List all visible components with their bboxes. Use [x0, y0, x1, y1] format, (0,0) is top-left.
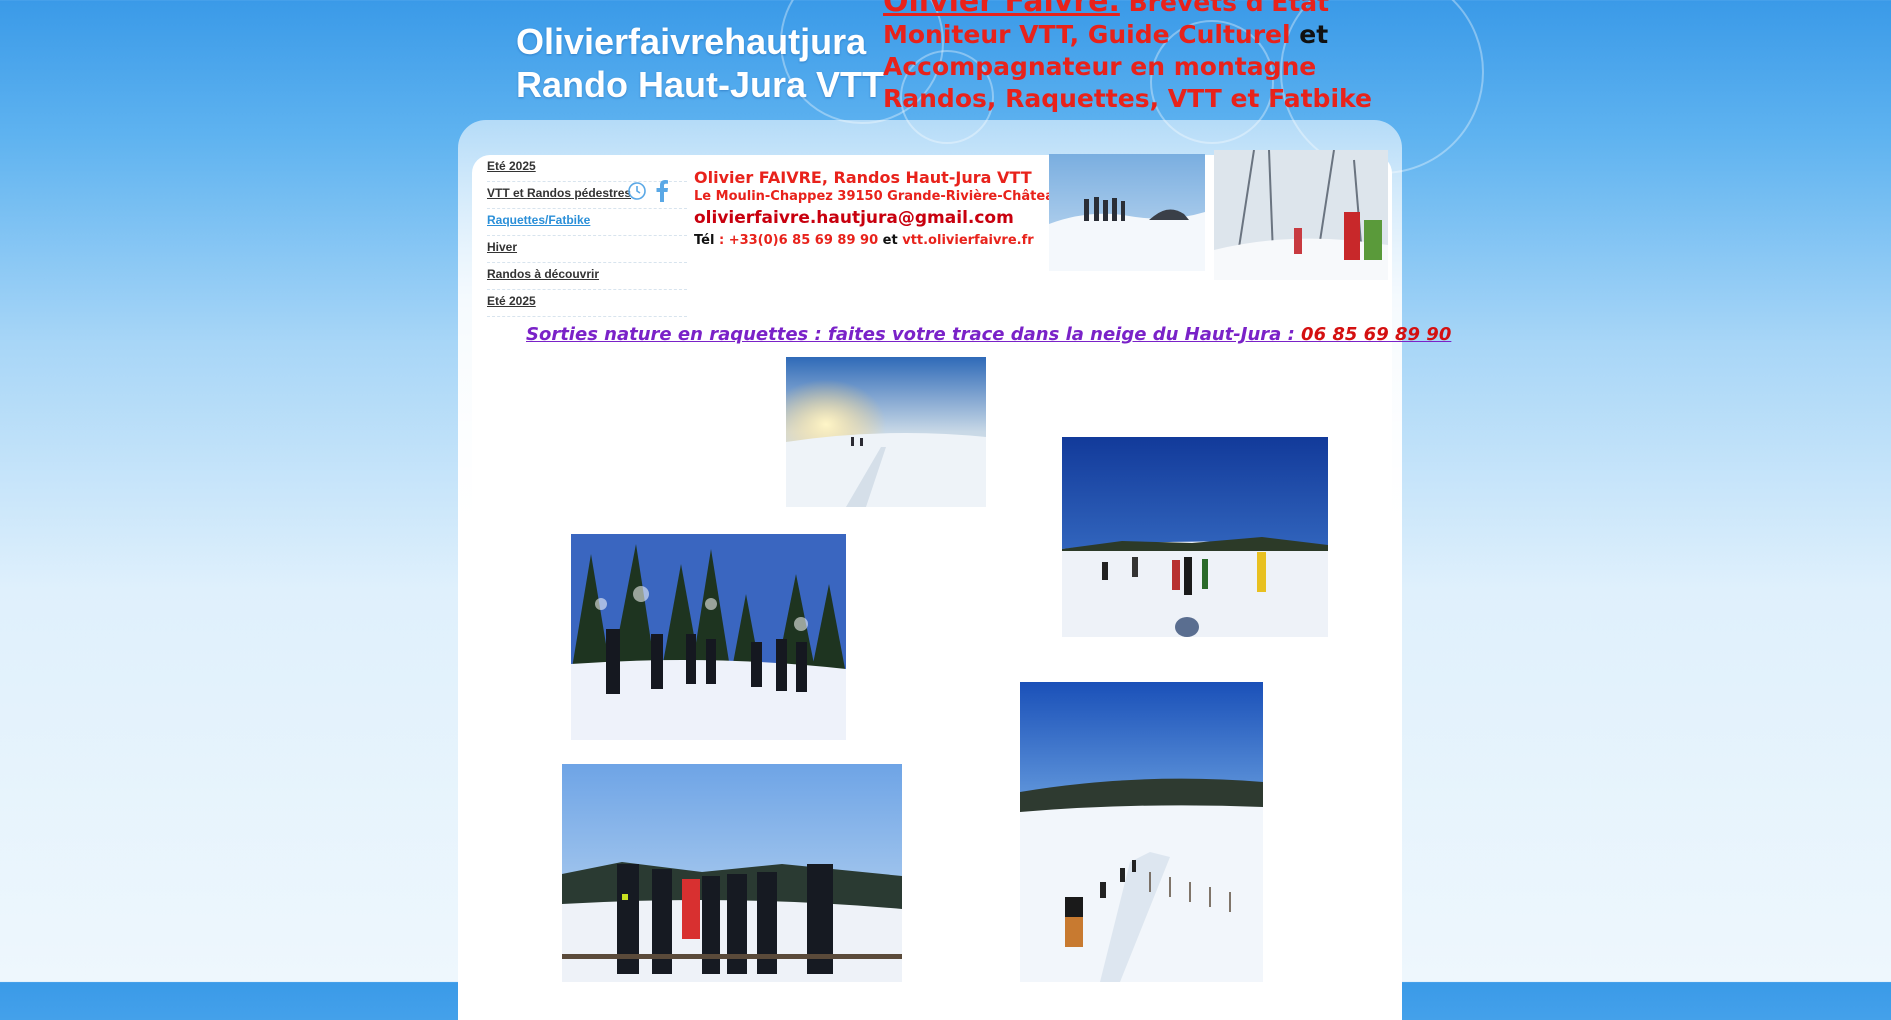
gallery-photo-group-field[interactable]: [1062, 437, 1328, 637]
header-line1-rest: Brevets d'Etat: [1119, 0, 1330, 17]
contact-phone[interactable]: +33(0)6 85 69 89 90: [729, 233, 878, 248]
contact-website-link[interactable]: vtt.olivierfaivre.fr: [902, 233, 1033, 248]
tagline[interactable]: Sorties nature en raquettes : faites vot…: [526, 324, 1451, 345]
header-line2-and: et: [1290, 20, 1329, 49]
nav-item-raquettes-fatbike[interactable]: Raquettes/Fatbike: [487, 209, 687, 236]
nav-item-randos-decouvrir[interactable]: Randos à découvrir: [487, 263, 687, 290]
facebook-icon[interactable]: [655, 180, 669, 207]
nav-item-hiver[interactable]: Hiver: [487, 236, 687, 263]
clock-icon[interactable]: [627, 181, 647, 206]
contact-phone-line: Tél : +33(0)6 85 69 89 90 et vtt.olivier…: [694, 231, 1063, 251]
contact-email[interactable]: olivierfaivre.hautjura@gmail.com: [694, 205, 1063, 231]
contact-name: Olivier FAIVRE, Randos Haut-Jura VTT: [694, 168, 1032, 187]
header-line3: Accompagnateur en montagne: [883, 52, 1317, 81]
gallery-photo-fog-sunrise[interactable]: [786, 357, 986, 507]
header-headline: Olivier Faivre. Brevets d'Etat Moniteur …: [883, 0, 1372, 115]
contact-address: Le Moulin-Chappez 39150 Grande-Rivière-C…: [694, 189, 1064, 204]
contact-block: Olivier FAIVRE, Randos Haut-Jura VTT Le …: [694, 167, 1063, 251]
tel-separator: :: [714, 233, 729, 248]
nav-item-ete-2025-2[interactable]: Eté 2025: [487, 290, 687, 317]
gallery-photo-forest-group[interactable]: [571, 534, 846, 740]
site-title-line2: Rando Haut-Jura VTT: [516, 64, 885, 105]
tagline-text: Sorties nature en raquettes : faites vot…: [526, 324, 1302, 345]
tagline-phone: 06 85 69 89 90: [1301, 324, 1452, 345]
tel-label: Tél: [694, 233, 715, 248]
header-line2: Moniteur VTT, Guide Culturel: [883, 20, 1291, 49]
gallery-photo-group-viewpoint[interactable]: [562, 764, 902, 982]
header-line4: Randos, Raquettes, VTT et Fatbike: [883, 84, 1372, 113]
site-title[interactable]: Olivierfaivrehautjura Rando Haut-Jura VT…: [516, 20, 884, 106]
header-photo-snow-forest: [1214, 150, 1388, 280]
header-name-link[interactable]: Olivier Faivre.: [883, 0, 1120, 19]
social-icons: [627, 180, 669, 207]
header-photo-snow-group: [1049, 154, 1205, 271]
contact-and: et: [878, 233, 903, 248]
nav-item-ete-2025[interactable]: Eté 2025: [487, 155, 687, 182]
site-title-line1: Olivierfaivrehautjura: [516, 21, 867, 62]
gallery-photo-village-trail[interactable]: [1020, 682, 1263, 982]
